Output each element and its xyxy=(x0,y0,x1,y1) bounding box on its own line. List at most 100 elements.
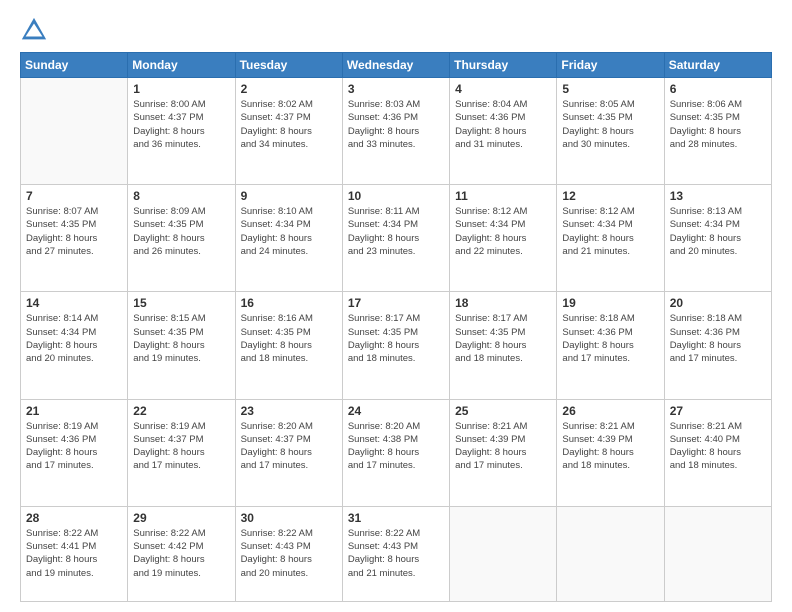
calendar-cell: 16Sunrise: 8:16 AMSunset: 4:35 PMDayligh… xyxy=(235,292,342,399)
day-number: 17 xyxy=(348,296,444,310)
day-info: Sunrise: 8:15 AMSunset: 4:35 PMDaylight:… xyxy=(133,312,229,365)
calendar-cell: 14 Sunrise: 8:14 AMSunset: 4:34 PMDayligh… xyxy=(21,292,128,399)
day-number: 7 xyxy=(26,189,122,203)
calendar-cell: 22 Sunrise: 8:19 AMSunset: 4:37 PMDayligh… xyxy=(128,399,235,506)
day-info: Sunrise: 8:06 AMSunset: 4:35 PMDaylight:… xyxy=(670,98,766,151)
day-info: Sunrise: 8:22 AMSunset: 4:42 PMDaylight:… xyxy=(133,527,229,580)
day-info: Sunrise: 8:19 AMSunset: 4:37 PMDaylight:… xyxy=(133,420,229,473)
calendar-cell xyxy=(450,506,557,601)
calendar-cell: 4 Sunrise: 8:04 AMSunset: 4:36 PMDaylight… xyxy=(450,78,557,185)
calendar-cell: 24Sunrise: 8:20 AMSunset: 4:38 PMDayligh… xyxy=(342,399,449,506)
day-number: 2 xyxy=(241,82,337,96)
day-number: 21 xyxy=(26,404,122,418)
calendar-cell: 1 Sunrise: 8:00 AMSunset: 4:37 PMDaylight… xyxy=(128,78,235,185)
day-number: 15 xyxy=(133,296,229,310)
day-number: 11 xyxy=(455,189,551,203)
calendar-cell: 28Sunrise: 8:22 AMSunset: 4:41 PMDayligh… xyxy=(21,506,128,601)
calendar-cell: 6Sunrise: 8:06 AMSunset: 4:35 PMDaylight… xyxy=(664,78,771,185)
day-number: 22 xyxy=(133,404,229,418)
day-info: Sunrise: 8:12 AMSunset: 4:34 PMDaylight:… xyxy=(455,205,551,258)
day-info: Sunrise: 8:11 AMSunset: 4:34 PMDaylight:… xyxy=(348,205,444,258)
calendar-cell: 9 Sunrise: 8:10 AMSunset: 4:34 PMDaylight… xyxy=(235,185,342,292)
day-info: Sunrise: 8:05 AMSunset: 4:35 PMDaylight:… xyxy=(562,98,658,151)
weekday-header-row: SundayMondayTuesdayWednesdayThursdayFrid… xyxy=(21,53,772,78)
day-number: 4 xyxy=(455,82,551,96)
day-info: Sunrise: 8:00 AMSunset: 4:37 PMDaylight:… xyxy=(133,98,229,151)
header xyxy=(20,16,772,44)
logo-icon xyxy=(20,16,48,44)
day-info: Sunrise: 8:17 AMSunset: 4:35 PMDaylight:… xyxy=(455,312,551,365)
calendar-cell: 31 Sunrise: 8:22 AMSunset: 4:43 PMDayligh… xyxy=(342,506,449,601)
weekday-header-tuesday: Tuesday xyxy=(235,53,342,78)
calendar-cell: 23Sunrise: 8:20 AMSunset: 4:37 PMDayligh… xyxy=(235,399,342,506)
calendar-cell: 7 Sunrise: 8:07 AMSunset: 4:35 PMDaylight… xyxy=(21,185,128,292)
day-info: Sunrise: 8:07 AMSunset: 4:35 PMDaylight:… xyxy=(26,205,122,258)
day-number: 9 xyxy=(241,189,337,203)
weekday-header-monday: Monday xyxy=(128,53,235,78)
day-number: 19 xyxy=(562,296,658,310)
day-info: Sunrise: 8:18 AMSunset: 4:36 PMDaylight:… xyxy=(562,312,658,365)
weekday-header-saturday: Saturday xyxy=(664,53,771,78)
day-number: 27 xyxy=(670,404,766,418)
calendar-cell xyxy=(557,506,664,601)
day-info: Sunrise: 8:10 AMSunset: 4:34 PMDaylight:… xyxy=(241,205,337,258)
day-info: Sunrise: 8:09 AMSunset: 4:35 PMDaylight:… xyxy=(133,205,229,258)
week-row-4: 21 Sunrise: 8:19 AMSunset: 4:36 PMDayligh… xyxy=(21,399,772,506)
day-number: 23 xyxy=(241,404,337,418)
calendar-cell: 12 Sunrise: 8:12 AMSunset: 4:34 PMDayligh… xyxy=(557,185,664,292)
weekday-header-sunday: Sunday xyxy=(21,53,128,78)
calendar-cell xyxy=(664,506,771,601)
day-info: Sunrise: 8:21 AMSunset: 4:39 PMDaylight:… xyxy=(562,420,658,473)
calendar-cell: 18 Sunrise: 8:17 AMSunset: 4:35 PMDayligh… xyxy=(450,292,557,399)
day-info: Sunrise: 8:21 AMSunset: 4:39 PMDaylight:… xyxy=(455,420,551,473)
calendar-cell: 20Sunrise: 8:18 AMSunset: 4:36 PMDayligh… xyxy=(664,292,771,399)
calendar-cell: 29 Sunrise: 8:22 AMSunset: 4:42 PMDayligh… xyxy=(128,506,235,601)
day-info: Sunrise: 8:22 AMSunset: 4:43 PMDaylight:… xyxy=(241,527,337,580)
weekday-header-friday: Friday xyxy=(557,53,664,78)
day-number: 13 xyxy=(670,189,766,203)
calendar-cell: 21 Sunrise: 8:19 AMSunset: 4:36 PMDayligh… xyxy=(21,399,128,506)
day-number: 29 xyxy=(133,511,229,525)
calendar-table: SundayMondayTuesdayWednesdayThursdayFrid… xyxy=(20,52,772,602)
day-number: 1 xyxy=(133,82,229,96)
calendar-cell: 11 Sunrise: 8:12 AMSunset: 4:34 PMDayligh… xyxy=(450,185,557,292)
calendar-cell: 25 Sunrise: 8:21 AMSunset: 4:39 PMDayligh… xyxy=(450,399,557,506)
calendar-cell: 27 Sunrise: 8:21 AMSunset: 4:40 PMDayligh… xyxy=(664,399,771,506)
day-info: Sunrise: 8:22 AMSunset: 4:43 PMDaylight:… xyxy=(348,527,444,580)
calendar-cell: 17Sunrise: 8:17 AMSunset: 4:35 PMDayligh… xyxy=(342,292,449,399)
week-row-3: 14 Sunrise: 8:14 AMSunset: 4:34 PMDayligh… xyxy=(21,292,772,399)
calendar-cell: 8 Sunrise: 8:09 AMSunset: 4:35 PMDaylight… xyxy=(128,185,235,292)
day-number: 12 xyxy=(562,189,658,203)
day-number: 25 xyxy=(455,404,551,418)
calendar-cell: 5 Sunrise: 8:05 AMSunset: 4:35 PMDaylight… xyxy=(557,78,664,185)
day-info: Sunrise: 8:04 AMSunset: 4:36 PMDaylight:… xyxy=(455,98,551,151)
day-info: Sunrise: 8:19 AMSunset: 4:36 PMDaylight:… xyxy=(26,420,122,473)
day-info: Sunrise: 8:20 AMSunset: 4:38 PMDaylight:… xyxy=(348,420,444,473)
weekday-header-thursday: Thursday xyxy=(450,53,557,78)
day-number: 30 xyxy=(241,511,337,525)
calendar-cell: 26 Sunrise: 8:21 AMSunset: 4:39 PMDayligh… xyxy=(557,399,664,506)
day-number: 26 xyxy=(562,404,658,418)
day-info: Sunrise: 8:16 AMSunset: 4:35 PMDaylight:… xyxy=(241,312,337,365)
day-info: Sunrise: 8:14 AMSunset: 4:34 PMDaylight:… xyxy=(26,312,122,365)
calendar-cell: 2Sunrise: 8:02 AMSunset: 4:37 PMDaylight… xyxy=(235,78,342,185)
day-number: 10 xyxy=(348,189,444,203)
day-number: 3 xyxy=(348,82,444,96)
day-number: 5 xyxy=(562,82,658,96)
weekday-header-wednesday: Wednesday xyxy=(342,53,449,78)
calendar-cell: 10 Sunrise: 8:11 AMSunset: 4:34 PMDayligh… xyxy=(342,185,449,292)
calendar-cell: 3 Sunrise: 8:03 AMSunset: 4:36 PMDaylight… xyxy=(342,78,449,185)
day-number: 28 xyxy=(26,511,122,525)
day-info: Sunrise: 8:03 AMSunset: 4:36 PMDaylight:… xyxy=(348,98,444,151)
day-info: Sunrise: 8:21 AMSunset: 4:40 PMDaylight:… xyxy=(670,420,766,473)
week-row-1: 1 Sunrise: 8:00 AMSunset: 4:37 PMDaylight… xyxy=(21,78,772,185)
day-number: 14 xyxy=(26,296,122,310)
day-info: Sunrise: 8:12 AMSunset: 4:34 PMDaylight:… xyxy=(562,205,658,258)
week-row-2: 7 Sunrise: 8:07 AMSunset: 4:35 PMDaylight… xyxy=(21,185,772,292)
day-number: 8 xyxy=(133,189,229,203)
calendar-cell: 30 Sunrise: 8:22 AMSunset: 4:43 PMDayligh… xyxy=(235,506,342,601)
day-number: 31 xyxy=(348,511,444,525)
logo xyxy=(20,16,52,44)
day-number: 18 xyxy=(455,296,551,310)
calendar-cell xyxy=(21,78,128,185)
